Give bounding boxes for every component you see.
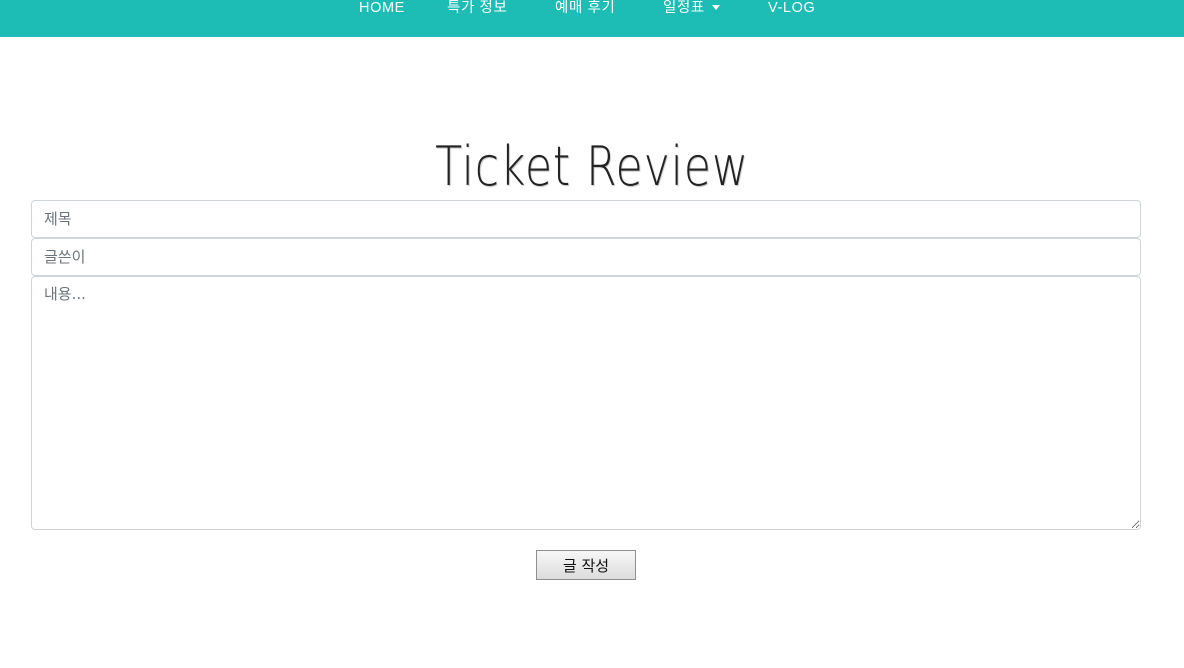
submit-post-button[interactable]: 글 작성	[536, 550, 636, 580]
title-input[interactable]	[31, 200, 1141, 238]
top-navbar: HOME 특가 정보 예매 후기 일정표 V-LOG	[0, 0, 1184, 37]
nav-item-home[interactable]: HOME	[359, 0, 405, 17]
caret-down-icon	[711, 5, 720, 10]
nav-item-special-offers[interactable]: 특가 정보	[447, 0, 507, 17]
nav-item-schedule-label: 일정표	[663, 0, 705, 16]
author-input[interactable]	[31, 238, 1141, 276]
nav-item-schedule-dropdown[interactable]: 일정표	[663, 0, 720, 17]
nav-item-booking-reviews[interactable]: 예매 후기	[555, 0, 615, 17]
nav-item-vlog[interactable]: V-LOG	[768, 0, 815, 17]
page-title: Ticket Review	[435, 135, 749, 198]
content-textarea[interactable]	[31, 276, 1141, 530]
